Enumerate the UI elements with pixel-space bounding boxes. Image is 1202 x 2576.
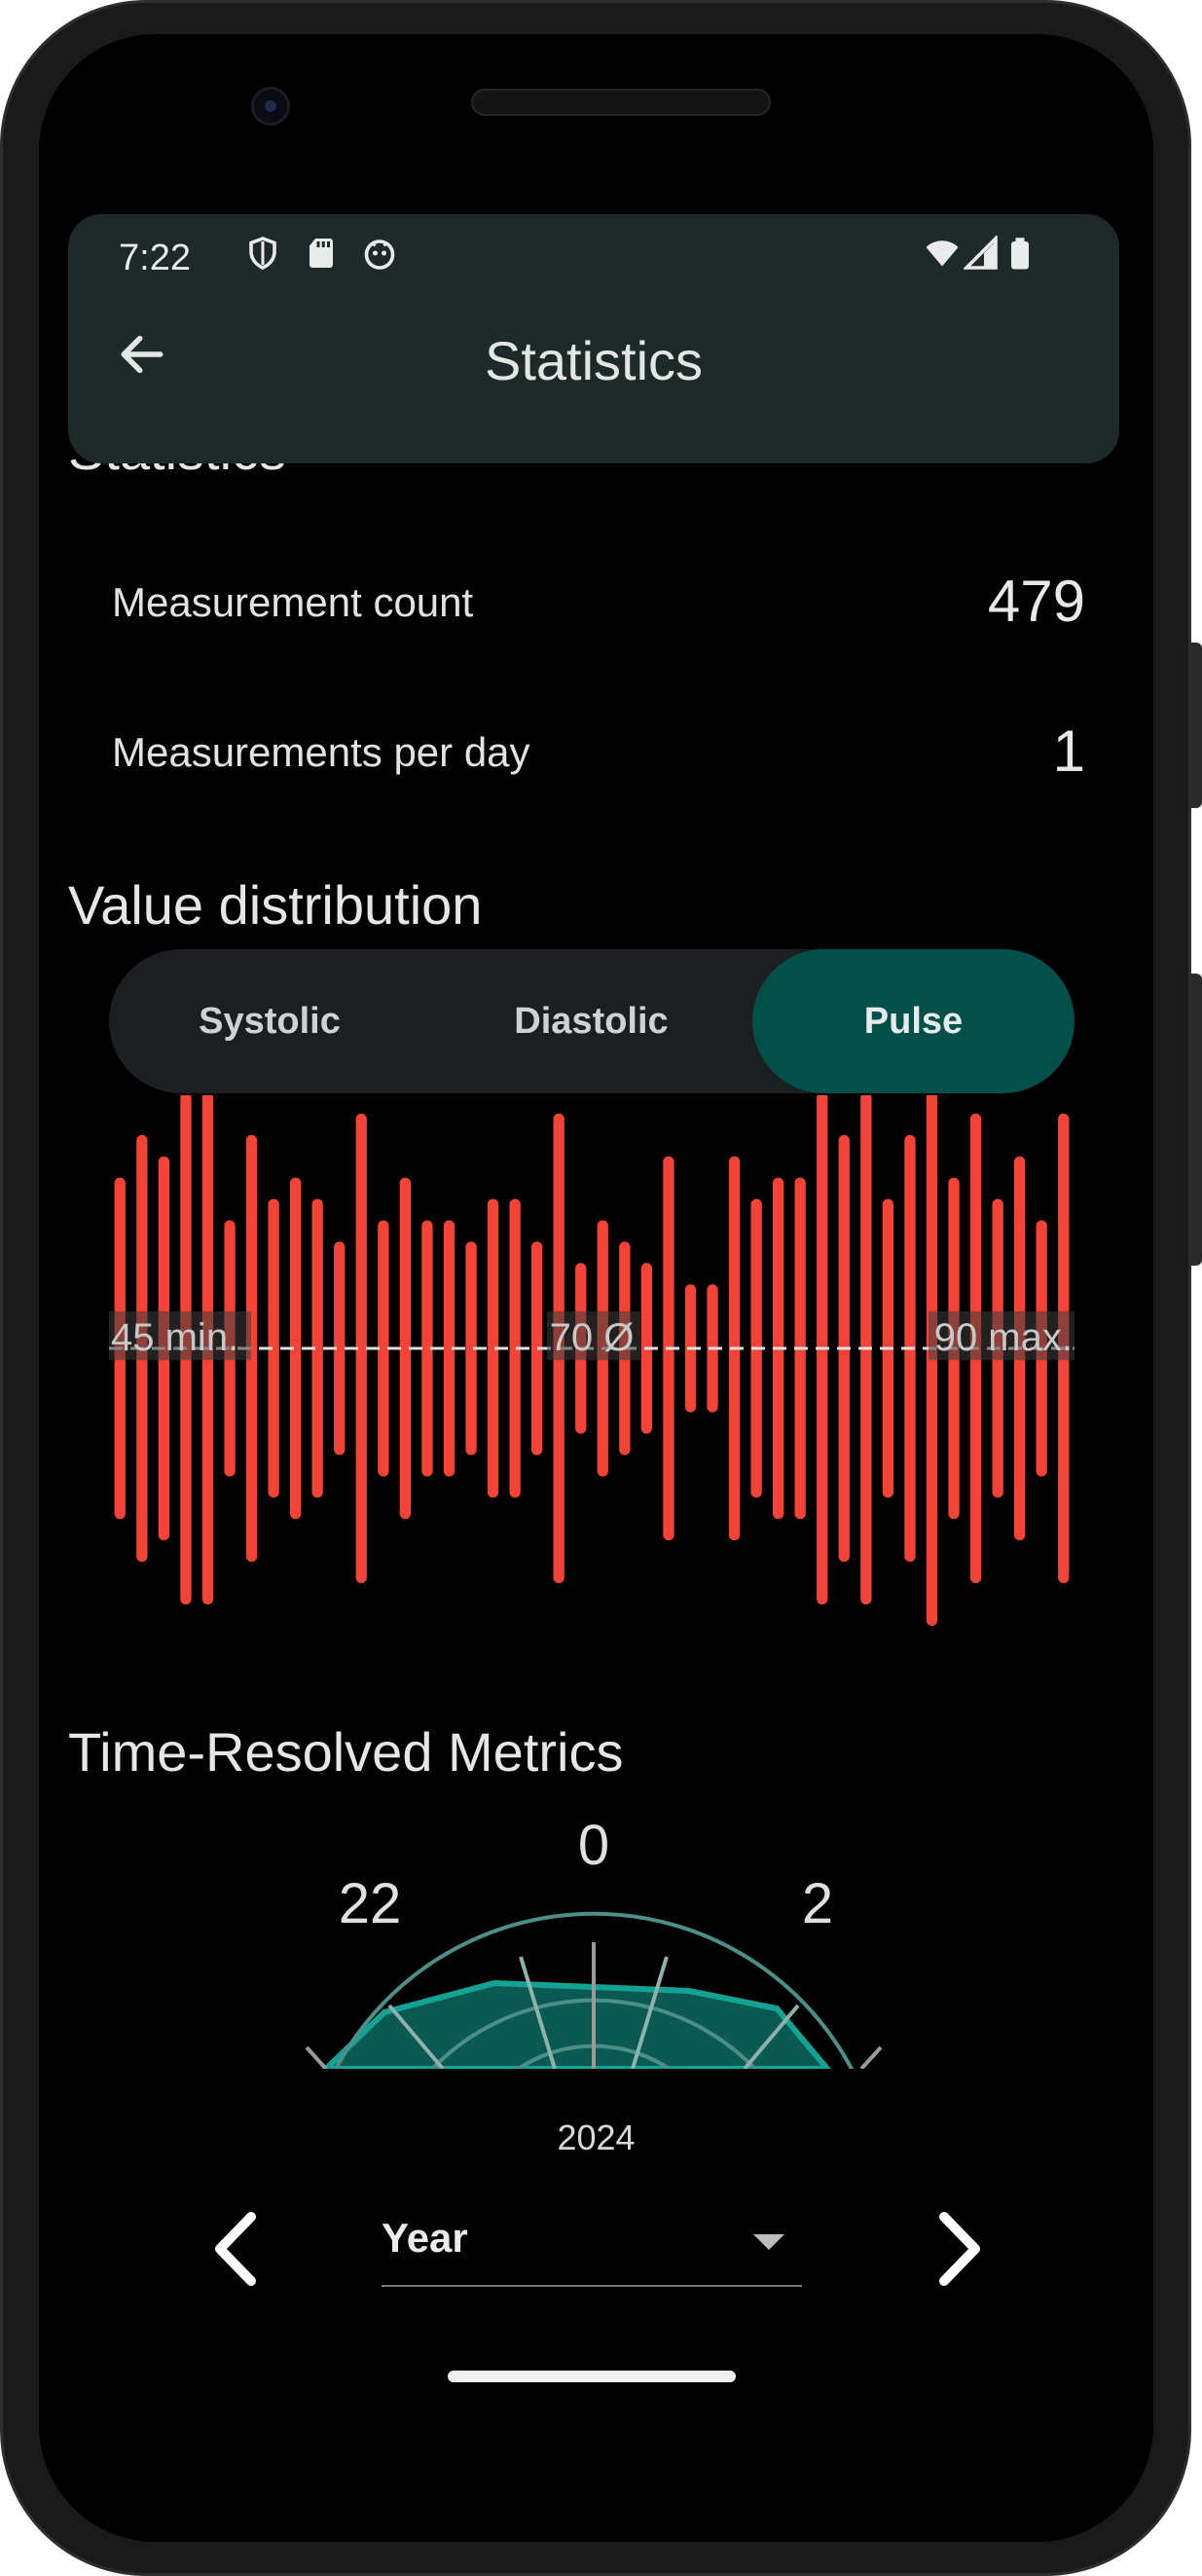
measurements-per-day-label: Measurements per day [112, 729, 530, 775]
hour-label-22: 22 [339, 1872, 402, 1935]
radar-spoke [859, 2045, 883, 2069]
signal-icon [964, 236, 998, 270]
measurement-count-label: Measurement count [112, 579, 474, 625]
radar-area [321, 1979, 831, 2069]
volume-button [1190, 643, 1202, 808]
bottom-range-bar: 2024 Year [39, 2079, 1153, 2542]
value-distribution-chart: 45 min. 70 Ø 90 max. [109, 1071, 1075, 1660]
distribution-bar [860, 1091, 872, 1605]
time-resolved-radar: 0 2 22 [39, 1786, 1153, 2069]
tab-systolic[interactable]: Systolic [109, 949, 430, 1093]
sd-card-icon [310, 239, 333, 268]
distribution-bar [817, 1091, 828, 1605]
max-label: 90 max. [934, 1316, 1073, 1359]
selected-year: 2024 [557, 2117, 636, 2157]
range-dropdown-value: Year [382, 2215, 468, 2261]
radar-svg: 0 2 22 [305, 1814, 883, 2069]
measurements-per-day-value: 1 [1052, 718, 1085, 784]
value-distribution-heading: Value distribution [68, 874, 483, 936]
robot-face-icon [364, 239, 395, 270]
range-dropdown[interactable]: Year [382, 2195, 802, 2287]
home-indicator[interactable] [448, 2371, 736, 2382]
previous-range-button[interactable] [202, 2205, 271, 2293]
min-label: 45 min. [111, 1316, 238, 1359]
status-time: 7:22 [119, 238, 191, 278]
avg-label: 70 Ø [550, 1316, 635, 1359]
top-app-bar: 7:22 Statistics [68, 214, 1119, 463]
screen: Statistics Measurement count 479 Measure… [39, 34, 1153, 2542]
radar-spoke [305, 2045, 328, 2069]
hour-label-0: 0 [578, 1814, 609, 1877]
page-title: Statistics [484, 330, 704, 391]
distribution-bar [926, 1071, 938, 1626]
tab-diastolic[interactable]: Diastolic [430, 949, 752, 1093]
status-bar: 7:22 [68, 214, 1119, 288]
next-range-button[interactable] [925, 2205, 993, 2293]
distribution-svg: 45 min. 70 Ø 90 max. [109, 1071, 1075, 1626]
measurement-count-value: 479 [987, 569, 1085, 634]
hour-label-2: 2 [802, 1872, 833, 1935]
shield-icon [249, 237, 276, 270]
battery-icon [1011, 238, 1029, 270]
dropdown-caret-icon [753, 2234, 784, 2250]
tab-pulse[interactable]: Pulse [752, 949, 1075, 1093]
time-resolved-heading: Time-Resolved Metrics [68, 1721, 624, 1783]
power-button [1190, 974, 1202, 1266]
metric-segmented-control: Systolic Diastolic Pulse [109, 949, 1075, 1093]
wifi-icon [926, 240, 959, 267]
